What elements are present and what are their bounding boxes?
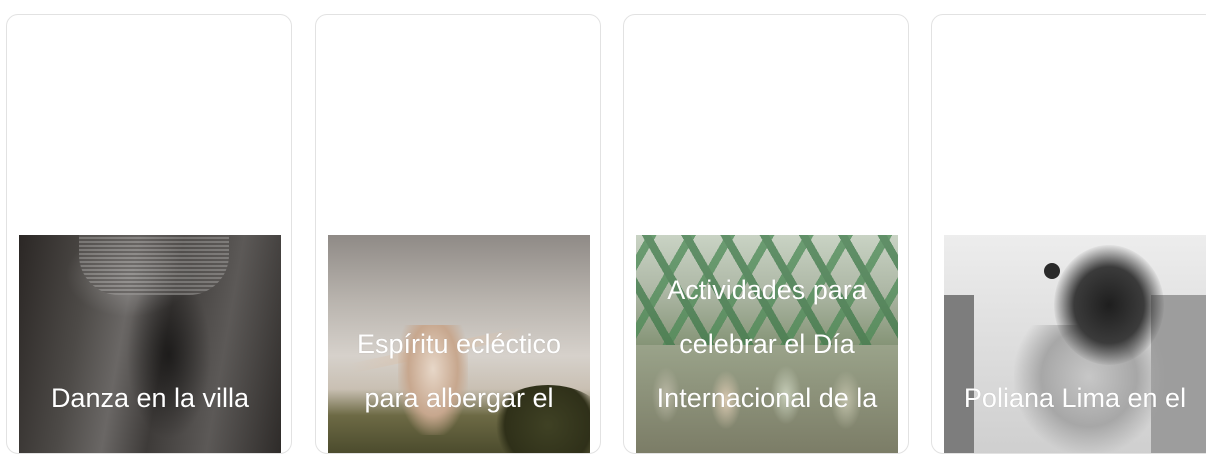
caption-line: Actividades para bbox=[667, 275, 867, 305]
caption-line: Poliana Lima en el bbox=[963, 383, 1187, 413]
caption-line: Internacional de la bbox=[656, 383, 878, 413]
article-image[interactable]: Actividades para celebrar el Día Interna… bbox=[636, 235, 898, 453]
article-card[interactable]: Poliana Lima en el bbox=[931, 14, 1206, 454]
article-card[interactable]: Danza en la villa bbox=[6, 14, 292, 454]
caption-line: para albergar el bbox=[364, 383, 554, 413]
article-caption[interactable]: Actividades para celebrar el Día Interna… bbox=[636, 235, 898, 425]
article-caption[interactable]: Danza en la villa bbox=[19, 235, 281, 425]
article-image[interactable]: Poliana Lima en el bbox=[944, 235, 1206, 453]
article-card[interactable]: Espíritu ecléctico para albergar el bbox=[315, 14, 601, 454]
article-caption[interactable]: Espíritu ecléctico para albergar el bbox=[328, 235, 590, 425]
caption-line: Danza en la villa bbox=[50, 383, 250, 413]
caption-line: celebrar el Día bbox=[679, 329, 855, 359]
article-image[interactable]: Danza en la villa bbox=[19, 235, 281, 453]
article-image[interactable]: Espíritu ecléctico para albergar el bbox=[328, 235, 590, 453]
card-carousel: Danza en la villa Espíritu ecléctico par… bbox=[0, 0, 1206, 454]
article-card[interactable]: Actividades para celebrar el Día Interna… bbox=[623, 14, 909, 454]
article-caption[interactable]: Poliana Lima en el bbox=[944, 235, 1206, 425]
caption-line: Espíritu ecléctico bbox=[356, 329, 562, 359]
